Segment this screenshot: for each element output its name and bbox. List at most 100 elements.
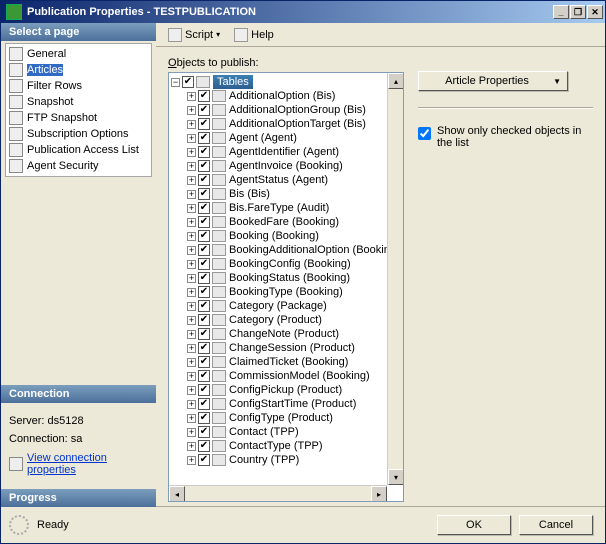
titlebar[interactable]: Publication Properties - TESTPUBLICATION… (1, 1, 605, 23)
expand-icon[interactable]: + (187, 106, 196, 115)
checkbox[interactable]: ✔ (198, 244, 210, 256)
expand-icon[interactable]: + (187, 176, 196, 185)
tree-item[interactable]: +✔Category (Package) (187, 299, 403, 313)
checkbox[interactable]: ✔ (198, 384, 210, 396)
tree-item[interactable]: +✔CommissionModel (Booking) (187, 369, 403, 383)
checkbox[interactable]: ✔ (198, 174, 210, 186)
tree-item[interactable]: +✔BookedFare (Booking) (187, 215, 403, 229)
checkbox[interactable]: ✔ (198, 104, 210, 116)
expand-icon[interactable]: + (187, 204, 196, 213)
help-button[interactable]: Help (230, 26, 278, 44)
view-connection-properties-link[interactable]: View connection properties (9, 451, 148, 477)
nav-subscription-options[interactable]: Subscription Options (6, 126, 151, 142)
expand-icon[interactable]: + (187, 218, 196, 227)
expand-icon[interactable]: + (187, 386, 196, 395)
tree-item[interactable]: +✔Bis.FareType (Audit) (187, 201, 403, 215)
tree-item[interactable]: +✔ConfigPickup (Product) (187, 383, 403, 397)
checkbox[interactable]: ✔ (198, 300, 210, 312)
show-checked-only-checkbox[interactable] (418, 127, 431, 140)
checkbox[interactable]: ✔ (198, 398, 210, 410)
expand-icon[interactable]: + (187, 442, 196, 451)
expand-icon[interactable]: + (187, 400, 196, 409)
nav-ftp-snapshot[interactable]: FTP Snapshot (6, 110, 151, 126)
tree-item[interactable]: +✔BookingType (Booking) (187, 285, 403, 299)
expand-icon[interactable]: + (187, 232, 196, 241)
tree-item[interactable]: +✔AdditionalOption (Bis) (187, 89, 403, 103)
tree-item[interactable]: +✔ConfigStartTime (Product) (187, 397, 403, 411)
tree-item[interactable]: +✔BookingAdditionalOption (Booking (187, 243, 403, 257)
checkbox[interactable]: ✔ (198, 230, 210, 242)
script-button[interactable]: Script ▾ (164, 26, 224, 44)
checkbox[interactable]: ✔ (198, 342, 210, 354)
checkbox[interactable]: ✔ (198, 272, 210, 284)
close-button[interactable]: ✕ (587, 5, 603, 19)
expand-icon[interactable]: + (187, 120, 196, 129)
checkbox[interactable]: ✔ (198, 90, 210, 102)
checkbox[interactable]: ✔ (198, 258, 210, 270)
restore-button[interactable]: ❐ (570, 5, 586, 19)
tree-item[interactable]: +✔BookingStatus (Booking) (187, 271, 403, 285)
tree-item[interactable]: +✔Agent (Agent) (187, 131, 403, 145)
vertical-scrollbar[interactable]: ▴ ▾ (387, 73, 403, 485)
nav-filter-rows[interactable]: Filter Rows (6, 78, 151, 94)
checkbox[interactable]: ✔ (198, 216, 210, 228)
expand-icon[interactable]: + (187, 246, 196, 255)
expand-icon[interactable]: + (187, 302, 196, 311)
ok-button[interactable]: OK (437, 515, 511, 535)
checkbox[interactable]: ✔ (198, 426, 210, 438)
nav-publication-access-list[interactable]: Publication Access List (6, 142, 151, 158)
tree-item[interactable]: +✔AgentInvoice (Booking) (187, 159, 403, 173)
cancel-button[interactable]: Cancel (519, 515, 593, 535)
tree-item[interactable]: +✔AgentIdentifier (Agent) (187, 145, 403, 159)
nav-general[interactable]: General (6, 46, 151, 62)
objects-tree[interactable]: − ✔ Tables +✔AdditionalOption (Bis)+✔Add… (168, 72, 404, 502)
tree-item[interactable]: +✔AdditionalOptionGroup (Bis) (187, 103, 403, 117)
expand-icon[interactable]: + (187, 316, 196, 325)
nav-articles[interactable]: Articles (6, 62, 151, 78)
expand-icon[interactable]: + (187, 456, 196, 465)
tree-item[interactable]: +✔Country (TPP) (187, 453, 403, 467)
tree-item[interactable]: +✔ConfigType (Product) (187, 411, 403, 425)
checkbox[interactable]: ✔ (198, 132, 210, 144)
scroll-right-icon[interactable]: ▸ (371, 486, 387, 502)
checkbox[interactable]: ✔ (198, 328, 210, 340)
expand-icon[interactable]: + (187, 344, 196, 353)
expand-icon[interactable]: + (187, 288, 196, 297)
checkbox[interactable]: ✔ (198, 202, 210, 214)
checkbox[interactable]: ✔ (198, 370, 210, 382)
checkbox[interactable]: ✔ (198, 146, 210, 158)
checkbox[interactable]: ✔ (198, 118, 210, 130)
tree-root-tables[interactable]: − ✔ Tables (171, 75, 403, 89)
minimize-button[interactable]: _ (553, 5, 569, 19)
checkbox[interactable]: ✔ (198, 160, 210, 172)
tree-item[interactable]: +✔ChangeSession (Product) (187, 341, 403, 355)
scroll-left-icon[interactable]: ◂ (169, 486, 185, 502)
expand-icon[interactable]: + (187, 260, 196, 269)
nav-agent-security[interactable]: Agent Security (6, 158, 151, 174)
checkbox[interactable]: ✔ (198, 314, 210, 326)
expand-icon[interactable]: + (187, 372, 196, 381)
expand-icon[interactable]: + (187, 274, 196, 283)
tree-item[interactable]: +✔Booking (Booking) (187, 229, 403, 243)
checkbox[interactable]: ✔ (198, 188, 210, 200)
collapse-icon[interactable]: − (171, 78, 180, 87)
checkbox[interactable]: ✔ (198, 356, 210, 368)
expand-icon[interactable]: + (187, 134, 196, 143)
tree-item[interactable]: +✔ChangeNote (Product) (187, 327, 403, 341)
show-checked-only-option[interactable]: Show only checked objects in the list (418, 125, 593, 149)
expand-icon[interactable]: + (187, 428, 196, 437)
horizontal-scrollbar[interactable]: ◂ ▸ (169, 485, 387, 501)
tree-item[interactable]: +✔ContactType (TPP) (187, 439, 403, 453)
nav-snapshot[interactable]: Snapshot (6, 94, 151, 110)
expand-icon[interactable]: + (187, 148, 196, 157)
article-properties-button[interactable]: Article Properties ▼ (418, 71, 568, 91)
expand-icon[interactable]: + (187, 92, 196, 101)
tree-item[interactable]: +✔BookingConfig (Booking) (187, 257, 403, 271)
checkbox[interactable]: ✔ (198, 286, 210, 298)
scroll-down-icon[interactable]: ▾ (388, 469, 404, 485)
expand-icon[interactable]: + (187, 162, 196, 171)
tree-item[interactable]: +✔AdditionalOptionTarget (Bis) (187, 117, 403, 131)
tree-item[interactable]: +✔ClaimedTicket (Booking) (187, 355, 403, 369)
tree-item[interactable]: +✔Contact (TPP) (187, 425, 403, 439)
scroll-up-icon[interactable]: ▴ (388, 73, 404, 89)
